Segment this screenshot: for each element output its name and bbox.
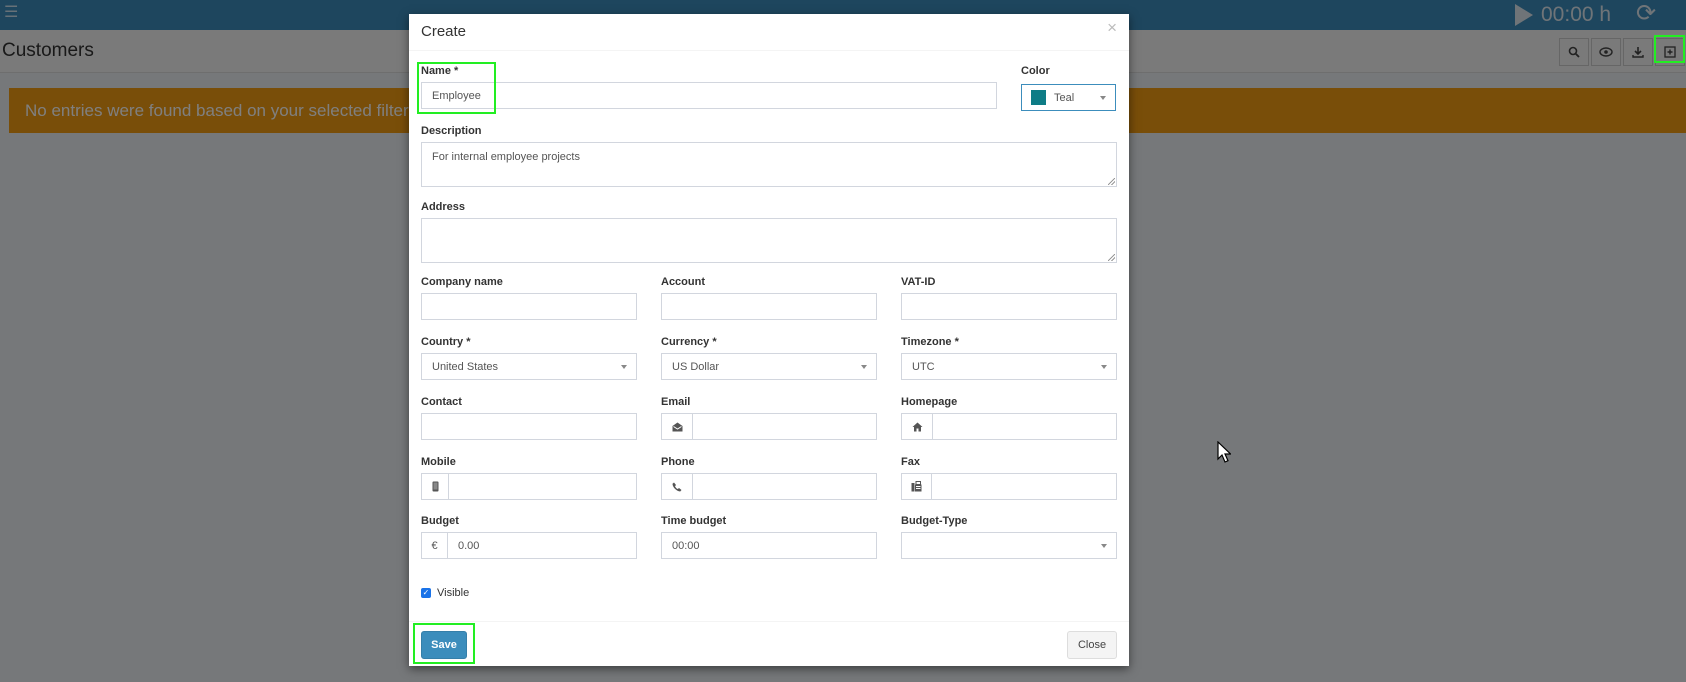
vat-label: VAT-ID (901, 276, 936, 288)
mobile-label: Mobile (421, 456, 456, 468)
visible-checkbox-row[interactable]: ✓ Visible (421, 587, 469, 599)
phone-label: Phone (661, 456, 695, 468)
time-budget-input[interactable]: 00:00 (661, 532, 877, 559)
phone-icon (661, 473, 693, 500)
euro-icon: € (421, 532, 448, 559)
company-label: Company name (421, 276, 503, 288)
chevron-down-icon (861, 365, 867, 369)
chevron-down-icon (1101, 365, 1107, 369)
currency-label: Currency * (661, 336, 717, 348)
description-value: For internal employee projects (432, 151, 580, 163)
modal-footer: Save Close (409, 621, 1129, 667)
country-select[interactable]: United States (421, 353, 637, 380)
homepage-input[interactable] (932, 413, 1117, 440)
company-input[interactable] (421, 293, 637, 320)
time-budget-label: Time budget (661, 515, 727, 527)
description-label: Description (421, 125, 482, 137)
budget-input[interactable]: 0.00 (447, 532, 637, 559)
visible-label: Visible (437, 587, 470, 599)
close-icon[interactable]: × (1107, 18, 1117, 38)
envelope-icon (661, 413, 693, 440)
visible-checkbox[interactable]: ✓ (421, 588, 431, 598)
homepage-label: Homepage (901, 396, 958, 408)
email-label: Email (661, 396, 691, 408)
timezone-select[interactable]: UTC (901, 353, 1117, 380)
account-label: Account (661, 276, 705, 288)
save-button[interactable]: Save (421, 631, 467, 659)
resize-handle-icon[interactable] (1108, 178, 1115, 185)
chevron-down-icon (1100, 96, 1106, 100)
budget-label: Budget (421, 515, 459, 527)
currency-select[interactable]: US Dollar (661, 353, 877, 380)
timezone-value: UTC (912, 360, 935, 373)
contact-input[interactable] (421, 413, 637, 440)
name-input[interactable]: Employee (421, 82, 997, 109)
mouse-cursor-icon (1217, 441, 1231, 463)
mobile-input[interactable] (448, 473, 637, 500)
address-label: Address (421, 201, 466, 213)
phone-input[interactable] (692, 473, 877, 500)
budget-type-label: Budget-Type (901, 515, 968, 527)
name-label: Name * (421, 65, 459, 77)
modal-header: Create × (409, 14, 1129, 51)
country-value: United States (432, 360, 499, 373)
currency-value: US Dollar (672, 360, 720, 373)
country-label: Country * (421, 336, 471, 348)
chevron-down-icon (1101, 544, 1107, 548)
vat-input[interactable] (901, 293, 1117, 320)
resize-handle-icon[interactable] (1108, 254, 1115, 261)
color-value: Teal (1054, 91, 1075, 104)
fax-input[interactable] (931, 473, 1117, 500)
home-icon (901, 413, 933, 440)
modal-title: Create (421, 23, 467, 40)
mobile-phone-icon (421, 473, 449, 500)
fax-icon (901, 473, 932, 500)
account-input[interactable] (661, 293, 877, 320)
contact-label: Contact (421, 396, 462, 408)
budget-type-select[interactable] (901, 532, 1117, 559)
address-textarea[interactable] (421, 218, 1117, 263)
create-customer-modal: Create × Name * Employee Color Teal Desc… (409, 14, 1129, 666)
color-swatch (1031, 90, 1046, 105)
color-label: Color (1021, 65, 1050, 77)
description-textarea[interactable]: For internal employee projects (421, 142, 1117, 187)
chevron-down-icon (621, 365, 627, 369)
fax-label: Fax (901, 456, 920, 468)
close-button[interactable]: Close (1067, 631, 1117, 659)
timezone-label: Timezone * (901, 336, 959, 348)
color-select[interactable]: Teal (1021, 84, 1116, 111)
email-input[interactable] (692, 413, 877, 440)
